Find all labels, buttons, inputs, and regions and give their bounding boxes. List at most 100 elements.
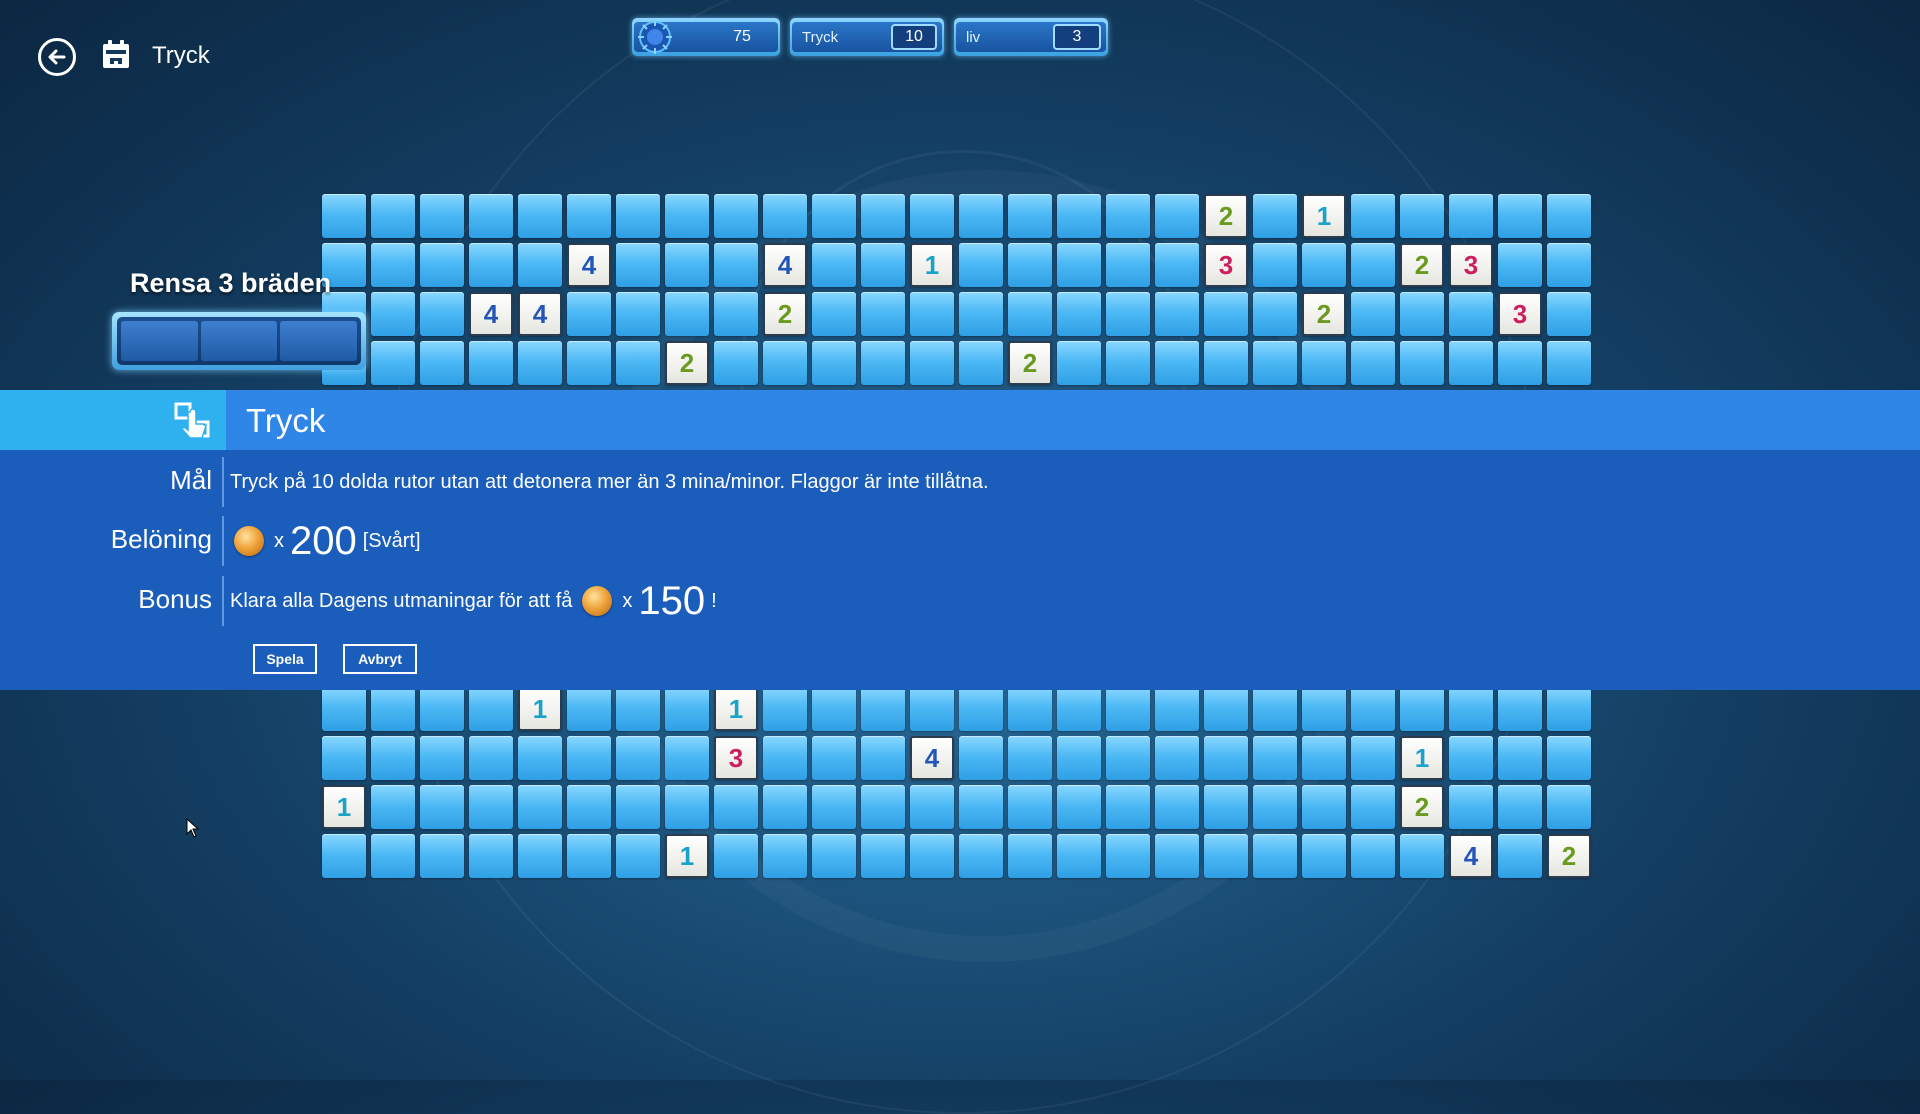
hidden-cell[interactable]: [1253, 736, 1297, 780]
revealed-cell[interactable]: 4: [567, 243, 611, 287]
hidden-cell[interactable]: [567, 292, 611, 336]
hidden-cell[interactable]: [665, 194, 709, 238]
hidden-cell[interactable]: [371, 194, 415, 238]
hidden-cell[interactable]: [1449, 736, 1493, 780]
revealed-cell[interactable]: 2: [665, 341, 709, 385]
hidden-cell[interactable]: [1253, 687, 1297, 731]
hidden-cell[interactable]: [1106, 194, 1150, 238]
revealed-cell[interactable]: 1: [518, 687, 562, 731]
hidden-cell[interactable]: [1008, 194, 1052, 238]
hidden-cell[interactable]: [322, 687, 366, 731]
hidden-cell[interactable]: [1253, 292, 1297, 336]
hidden-cell[interactable]: [959, 243, 1003, 287]
hidden-cell[interactable]: [1057, 243, 1101, 287]
hidden-cell[interactable]: [665, 736, 709, 780]
hidden-cell[interactable]: [665, 292, 709, 336]
hidden-cell[interactable]: [1351, 341, 1395, 385]
hidden-cell[interactable]: [1547, 194, 1591, 238]
revealed-cell[interactable]: 2: [1008, 341, 1052, 385]
hidden-cell[interactable]: [861, 341, 905, 385]
hidden-cell[interactable]: [763, 785, 807, 829]
revealed-cell[interactable]: 3: [1204, 243, 1248, 287]
revealed-cell[interactable]: 4: [518, 292, 562, 336]
hidden-cell[interactable]: [322, 736, 366, 780]
hidden-cell[interactable]: [1057, 687, 1101, 731]
revealed-cell[interactable]: 1: [910, 243, 954, 287]
hidden-cell[interactable]: [910, 785, 954, 829]
hidden-cell[interactable]: [1057, 736, 1101, 780]
hidden-cell[interactable]: [1008, 292, 1052, 336]
play-button[interactable]: Spela: [253, 644, 317, 674]
hidden-cell[interactable]: [1547, 341, 1591, 385]
revealed-cell[interactable]: 4: [910, 736, 954, 780]
hidden-cell[interactable]: [518, 243, 562, 287]
hidden-cell[interactable]: [1106, 834, 1150, 878]
hidden-cell[interactable]: [1400, 292, 1444, 336]
hidden-cell[interactable]: [1155, 736, 1199, 780]
hidden-cell[interactable]: [518, 341, 562, 385]
hidden-cell[interactable]: [1400, 194, 1444, 238]
revealed-cell[interactable]: 4: [469, 292, 513, 336]
hidden-cell[interactable]: [616, 292, 660, 336]
hidden-cell[interactable]: [567, 194, 611, 238]
hidden-cell[interactable]: [371, 785, 415, 829]
hidden-cell[interactable]: [861, 736, 905, 780]
hidden-cell[interactable]: [1449, 341, 1493, 385]
hidden-cell[interactable]: [1400, 687, 1444, 731]
hidden-cell[interactable]: [567, 834, 611, 878]
hidden-cell[interactable]: [861, 785, 905, 829]
hidden-cell[interactable]: [420, 834, 464, 878]
revealed-cell[interactable]: 1: [1400, 736, 1444, 780]
hidden-cell[interactable]: [1253, 194, 1297, 238]
hidden-cell[interactable]: [616, 736, 660, 780]
hidden-cell[interactable]: [1155, 834, 1199, 878]
hidden-cell[interactable]: [959, 785, 1003, 829]
hidden-cell[interactable]: [616, 243, 660, 287]
hidden-cell[interactable]: [1547, 785, 1591, 829]
hidden-cell[interactable]: [1253, 785, 1297, 829]
hidden-cell[interactable]: [518, 194, 562, 238]
revealed-cell[interactable]: 2: [1204, 194, 1248, 238]
hidden-cell[interactable]: [812, 341, 856, 385]
hidden-cell[interactable]: [1302, 736, 1346, 780]
back-button[interactable]: [38, 38, 76, 76]
hidden-cell[interactable]: [1106, 243, 1150, 287]
revealed-cell[interactable]: 1: [714, 687, 758, 731]
hidden-cell[interactable]: [1008, 736, 1052, 780]
hidden-cell[interactable]: [371, 341, 415, 385]
hidden-cell[interactable]: [1351, 736, 1395, 780]
hidden-cell[interactable]: [1106, 292, 1150, 336]
hidden-cell[interactable]: [469, 785, 513, 829]
hidden-cell[interactable]: [322, 834, 366, 878]
hidden-cell[interactable]: [371, 834, 415, 878]
hidden-cell[interactable]: [1057, 341, 1101, 385]
hidden-cell[interactable]: [714, 194, 758, 238]
revealed-cell[interactable]: 3: [1449, 243, 1493, 287]
hidden-cell[interactable]: [861, 292, 905, 336]
hidden-cell[interactable]: [371, 292, 415, 336]
hidden-cell[interactable]: [1155, 785, 1199, 829]
hidden-cell[interactable]: [1057, 194, 1101, 238]
hidden-cell[interactable]: [420, 736, 464, 780]
cancel-button[interactable]: Avbryt: [343, 644, 417, 674]
hidden-cell[interactable]: [1498, 687, 1542, 731]
hidden-cell[interactable]: [812, 834, 856, 878]
hidden-cell[interactable]: [567, 341, 611, 385]
hidden-cell[interactable]: [469, 194, 513, 238]
revealed-cell[interactable]: 3: [714, 736, 758, 780]
hidden-cell[interactable]: [1057, 292, 1101, 336]
hidden-cell[interactable]: [322, 194, 366, 238]
hidden-cell[interactable]: [1106, 785, 1150, 829]
hidden-cell[interactable]: [665, 687, 709, 731]
revealed-cell[interactable]: 2: [1547, 834, 1591, 878]
hidden-cell[interactable]: [469, 687, 513, 731]
hidden-cell[interactable]: [420, 687, 464, 731]
hidden-cell[interactable]: [714, 341, 758, 385]
hidden-cell[interactable]: [1498, 341, 1542, 385]
hidden-cell[interactable]: [714, 292, 758, 336]
hidden-cell[interactable]: [763, 341, 807, 385]
hidden-cell[interactable]: [959, 834, 1003, 878]
hidden-cell[interactable]: [1155, 687, 1199, 731]
hidden-cell[interactable]: [1302, 687, 1346, 731]
hidden-cell[interactable]: [420, 243, 464, 287]
